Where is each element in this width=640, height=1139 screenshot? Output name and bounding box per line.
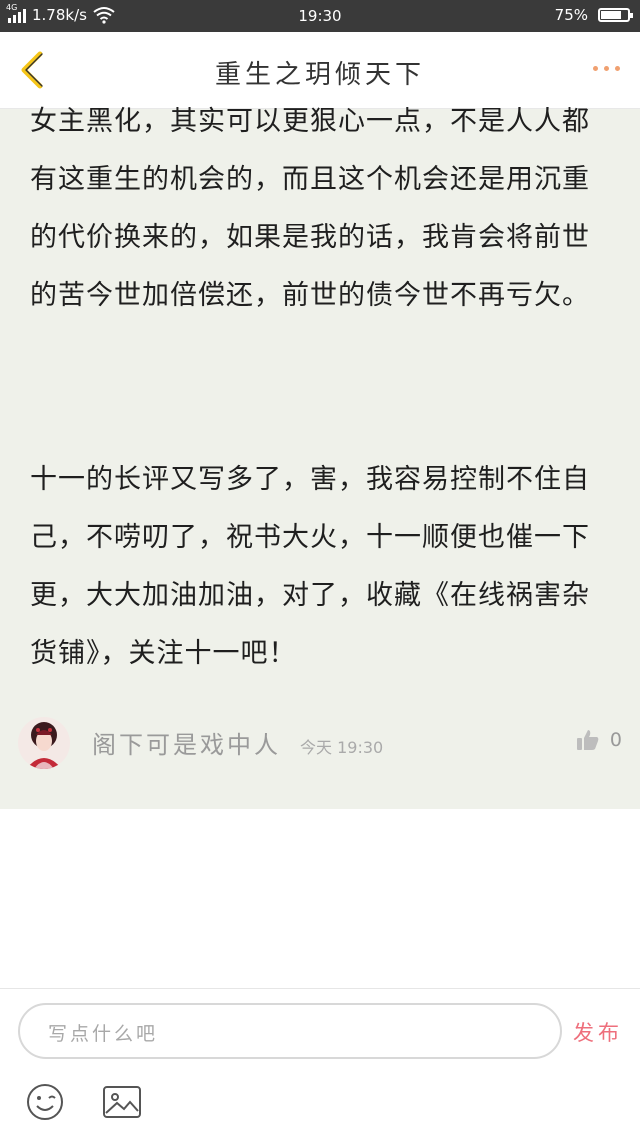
comment-time: 今天 19:30	[300, 738, 384, 757]
battery-icon	[598, 8, 633, 22]
more-icon[interactable]	[593, 66, 620, 71]
battery-percent: 75%	[554, 6, 588, 24]
comment-paragraph-2: 十一的长评又写多了，害，我容易控制不住自己，不唠叨了，祝书大火，十一顺便也催一下…	[30, 464, 590, 669]
status-bar: 4G 1.78k/s 19:30 75%	[0, 0, 640, 32]
reply-input-placeholder: 写点什么吧	[48, 1023, 159, 1045]
publish-button[interactable]: 发布	[573, 1017, 623, 1047]
comment-paragraph-1: 女主黑化，其实可以更狠心一点，不是人人都有这重生的机会的，而且这个机会还是用沉重…	[30, 106, 590, 311]
like-icon	[576, 730, 599, 750]
reply-bar: 写点什么吧 发布	[0, 988, 640, 1139]
status-time: 19:30	[298, 7, 342, 25]
like-count: 0	[609, 729, 622, 751]
like-button[interactable]: 0	[576, 729, 622, 751]
image-icon[interactable]	[102, 1085, 142, 1119]
comment-meta-row: 阁下可是戏中人 今天 19:30 0	[0, 713, 640, 773]
reply-input[interactable]: 写点什么吧	[18, 1003, 562, 1059]
battery-fill	[601, 11, 621, 19]
avatar[interactable]	[18, 717, 70, 769]
comment-content-area: 女主黑化，其实可以更狠心一点，不是人人都有这重生的机会的，而且这个机会还是用沉重…	[0, 106, 640, 809]
emoji-icon[interactable]	[26, 1083, 64, 1121]
comment-author[interactable]: 阁下可是戏中人	[92, 725, 281, 760]
page-title: 重生之玥倾天下	[214, 60, 425, 90]
status-right: 75%	[554, 6, 633, 24]
